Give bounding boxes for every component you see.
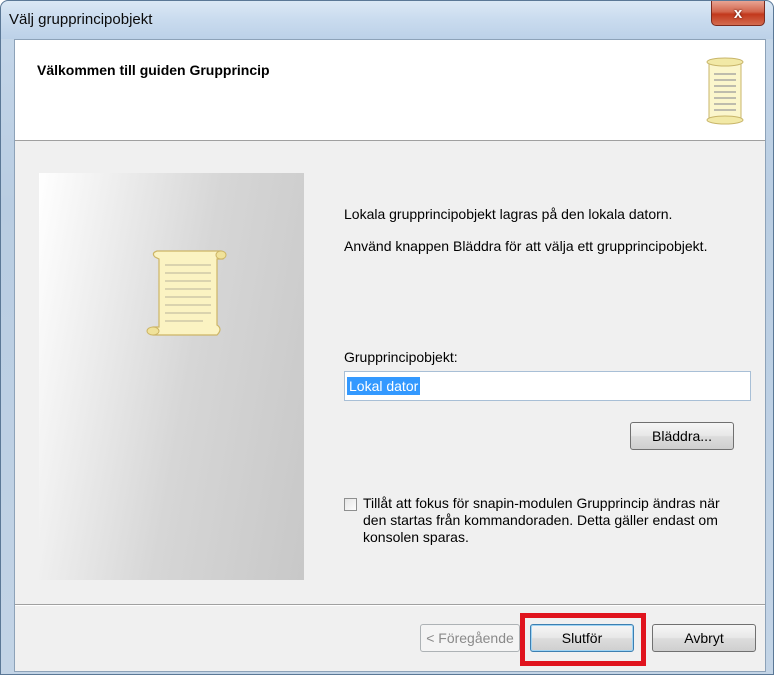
close-icon: x [733, 4, 743, 22]
finish-button-highlight [520, 613, 646, 666]
dialog-client-area: Välkommen till guiden Grupprincip Lokala… [14, 39, 766, 672]
title-bar: Välj grupprincipobjekt x [1, 1, 773, 39]
focus-change-checkbox[interactable] [344, 498, 357, 511]
gpo-label: Grupprincipobjekt: [344, 349, 458, 365]
back-button-label: < Föregående [426, 630, 514, 646]
back-button[interactable]: < Föregående [420, 624, 520, 652]
browse-button-label: Bläddra... [652, 428, 712, 444]
scroll-document-icon [146, 250, 227, 336]
close-button[interactable]: x [711, 1, 765, 26]
cancel-button[interactable]: Avbryt [652, 624, 756, 652]
scroll-document-icon [706, 57, 744, 125]
window-title: Välj grupprincipobjekt [9, 11, 153, 28]
gpo-field-value: Lokal dator [347, 377, 421, 395]
dialog-window: Välj grupprincipobjekt x Välkommen till … [0, 0, 774, 675]
footer-divider [15, 604, 765, 606]
wizard-title: Välkommen till guiden Grupprincip [37, 62, 270, 78]
wizard-side-panel [39, 173, 304, 580]
focus-change-checkbox-label: Tillåt att fokus för snapin-modulen Grup… [363, 495, 720, 545]
browse-button[interactable]: Bläddra... [630, 422, 734, 450]
wizard-header: Välkommen till guiden Grupprincip [15, 40, 765, 141]
gpo-field[interactable]: Lokal dator [344, 371, 751, 401]
cancel-button-label: Avbryt [684, 630, 724, 646]
info-text-local-storage: Lokala grupprincipobjekt lagras på den l… [344, 206, 673, 222]
info-text-browse-hint: Använd knappen Bläddra för att välja ett… [344, 238, 708, 254]
